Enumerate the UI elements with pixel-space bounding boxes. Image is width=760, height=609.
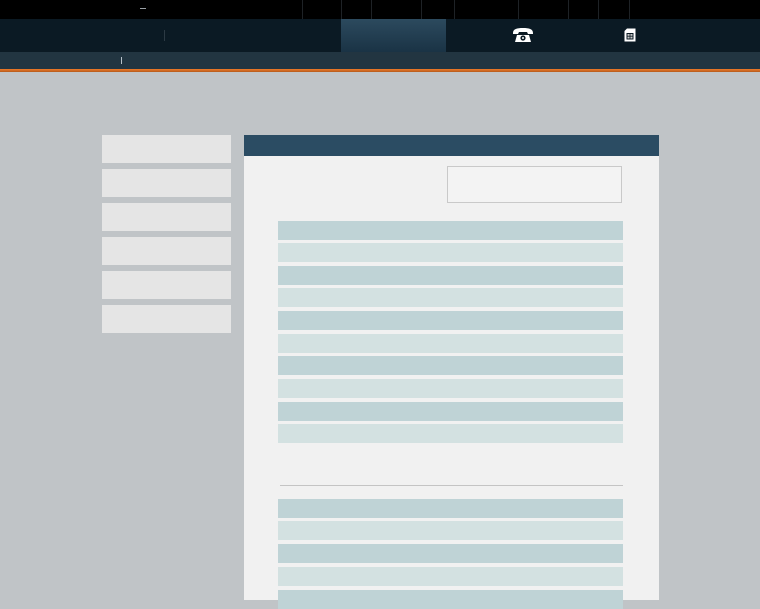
sidebar-item-5[interactable] — [102, 271, 231, 299]
sidebar-item-6[interactable] — [102, 305, 231, 333]
table-row[interactable] — [278, 379, 623, 398]
content-panel — [244, 135, 659, 609]
top-bar-separator — [454, 0, 455, 19]
table-row[interactable] — [278, 424, 623, 443]
section-divider — [280, 485, 623, 486]
top-bar — [0, 0, 760, 19]
accent-line — [0, 69, 760, 72]
top-bar-separator — [629, 0, 630, 19]
table-row[interactable] — [278, 334, 623, 353]
telephone-icon[interactable] — [511, 26, 535, 44]
table-row[interactable] — [278, 266, 623, 285]
search-input[interactable] — [447, 166, 622, 203]
sim-card-icon-graphic — [624, 28, 636, 42]
table-row[interactable] — [278, 243, 623, 262]
telephone-icon-graphic — [513, 28, 533, 42]
sidebar-item-4[interactable] — [102, 237, 231, 265]
top-bar-separator — [341, 0, 342, 19]
panel-header — [244, 135, 659, 156]
sub-nav — [0, 52, 760, 69]
main-nav — [0, 19, 760, 52]
top-bar-separator — [302, 0, 303, 19]
sim-card-icon[interactable] — [622, 26, 638, 44]
nav-tab-active[interactable] — [341, 19, 446, 52]
table-row[interactable] — [278, 499, 623, 518]
table-row[interactable] — [278, 567, 623, 586]
breadcrumb-separator — [121, 57, 122, 64]
top-bar-separator — [568, 0, 569, 19]
top-bar-separator — [371, 0, 372, 19]
top-bar-separator — [421, 0, 422, 19]
window-minimize-mark[interactable] — [140, 8, 146, 9]
top-bar-separator — [518, 0, 519, 19]
table-row[interactable] — [278, 311, 623, 330]
table-row[interactable] — [278, 521, 623, 540]
table-row[interactable] — [278, 544, 623, 563]
nav-divider — [164, 30, 165, 41]
table-row[interactable] — [278, 221, 623, 240]
top-bar-separator — [598, 0, 599, 19]
table-row[interactable] — [278, 402, 623, 421]
sidebar-item-1[interactable] — [102, 135, 231, 163]
sidebar-item-2[interactable] — [102, 169, 231, 197]
sidebar-item-3[interactable] — [102, 203, 231, 231]
table-row[interactable] — [278, 356, 623, 375]
table-row[interactable] — [278, 288, 623, 307]
